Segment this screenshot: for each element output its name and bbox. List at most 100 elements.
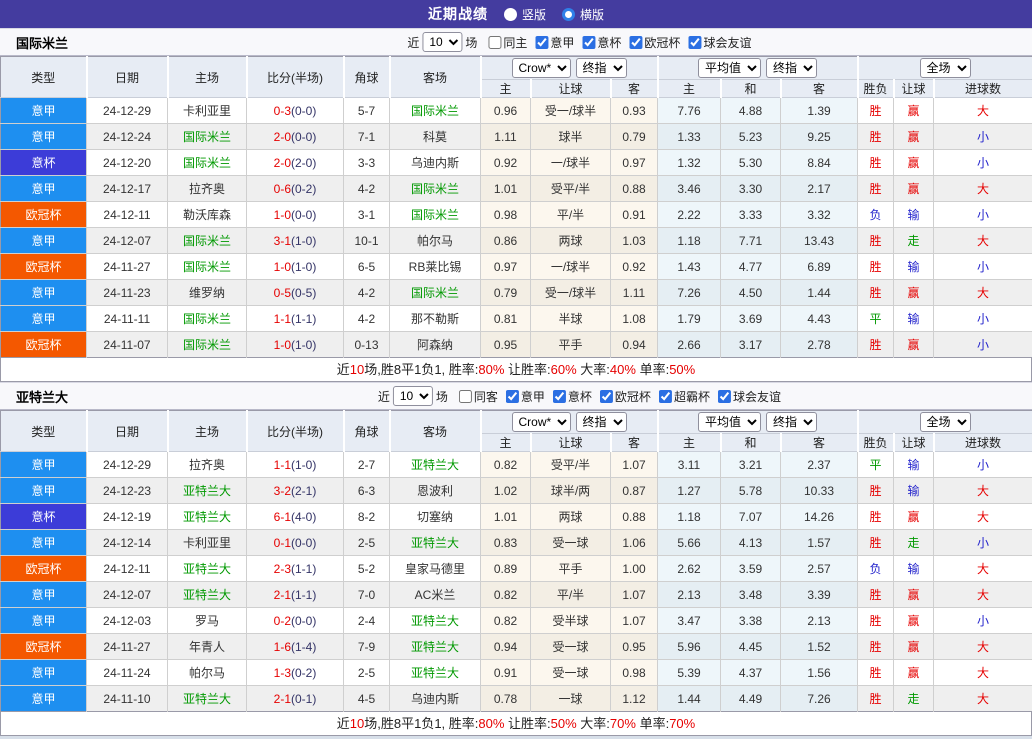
league-checkbox[interactable]: [659, 390, 672, 403]
league-filter[interactable]: 意甲: [527, 34, 574, 51]
summary-text: 单率:: [636, 716, 669, 731]
league-filter[interactable]: 意甲: [498, 388, 545, 405]
radio-circle-icon[interactable]: [504, 8, 517, 21]
radio-circle-icon[interactable]: [562, 8, 575, 21]
odds-source-select[interactable]: Crow*: [512, 58, 571, 78]
corner-score: 3-3: [344, 150, 390, 176]
match-type-badge: 意甲: [1, 608, 87, 634]
away-team: 国际米兰: [390, 202, 481, 228]
summary-stat-value: 50%: [551, 716, 577, 731]
goals-result: 大: [934, 504, 1032, 530]
match-row: 意甲24-12-07国际米兰3-1(1-0)10-1帕尔马0.86两球1.031…: [1, 228, 1032, 254]
league-checkbox[interactable]: [535, 36, 548, 49]
avg-source-select[interactable]: 平均值: [698, 58, 761, 78]
handicap-result: 走: [894, 686, 934, 712]
view-radio-horizontal[interactable]: 横版: [562, 6, 604, 23]
match-row: 意杯24-12-19亚特兰大6-1(4-0)8-2切塞纳1.01两球0.881.…: [1, 504, 1032, 530]
match-score: 0-2(0-0): [247, 608, 344, 634]
league-checkbox[interactable]: [688, 36, 701, 49]
match-type-badge: 欧冠杯: [1, 332, 87, 358]
view-radio-vertical[interactable]: 竖版: [504, 6, 546, 23]
handicap-result: 输: [894, 556, 934, 582]
corner-score: 5-7: [344, 98, 390, 124]
home-team: 罗马: [168, 608, 247, 634]
match-score: 1-1(1-1): [247, 306, 344, 332]
crow-home-odds: 1.11: [481, 124, 531, 150]
crow-home-odds: 0.96: [481, 98, 531, 124]
avg-draw-odds: 4.13: [721, 530, 781, 556]
avg-draw-odds: 5.23: [721, 124, 781, 150]
league-checkbox[interactable]: [553, 390, 566, 403]
match-date: 24-12-03: [87, 608, 168, 634]
goals-result: 大: [934, 228, 1032, 254]
corner-score: 8-2: [344, 504, 390, 530]
match-result: 胜: [858, 332, 894, 358]
avg-home-odds: 1.32: [658, 150, 721, 176]
avg-source-select[interactable]: 平均值: [698, 412, 761, 432]
same-venue-label: 同客: [474, 388, 498, 405]
league-checkbox[interactable]: [718, 390, 731, 403]
handicap-result: 输: [894, 202, 934, 228]
goals-result: 大: [934, 176, 1032, 202]
match-row: 意甲24-11-10亚特兰大2-1(0-1)4-5乌迪内斯0.78一球1.121…: [1, 686, 1032, 712]
crow-home-odds: 0.95: [481, 332, 531, 358]
halftime-score: (1-0): [291, 458, 316, 472]
scope-select[interactable]: 全场: [920, 412, 971, 432]
match-date: 24-11-23: [87, 280, 168, 306]
handicap-result: 赢: [894, 634, 934, 660]
subcol-avg-draw: 和: [721, 80, 781, 98]
recent-count-select[interactable]: 10: [422, 32, 462, 52]
league-checkbox[interactable]: [582, 36, 595, 49]
odds-source-select[interactable]: Crow*: [512, 412, 571, 432]
league-filter[interactable]: 意杯: [545, 388, 592, 405]
avg-stage-select[interactable]: 终指: [766, 412, 817, 432]
goals-result: 大: [934, 686, 1032, 712]
same-venue-checkbox[interactable]: [488, 36, 501, 49]
match-row: 欧冠杯24-12-11亚特兰大2-3(1-1)5-2皇家马德里0.89平手1.0…: [1, 556, 1032, 582]
summary-text: 单率:: [636, 362, 669, 377]
league-filter[interactable]: 超霸杯: [651, 388, 710, 405]
halftime-score: (1-0): [291, 338, 316, 352]
avg-away-odds: 2.13: [781, 608, 858, 634]
league-checkbox[interactable]: [600, 390, 613, 403]
same-venue-filter[interactable]: 同主: [480, 34, 527, 51]
league-filter[interactable]: 球会友谊: [710, 388, 781, 405]
match-result: 胜: [858, 124, 894, 150]
match-date: 24-11-24: [87, 660, 168, 686]
avg-home-odds: 2.66: [658, 332, 721, 358]
home-team: 卡利亚里: [168, 98, 247, 124]
same-venue-filter[interactable]: 同客: [451, 388, 498, 405]
league-checkbox[interactable]: [506, 390, 519, 403]
match-date: 24-11-10: [87, 686, 168, 712]
home-team: 国际米兰: [168, 150, 247, 176]
halftime-score: (1-4): [291, 640, 316, 654]
recent-count-select[interactable]: 10: [393, 386, 433, 406]
league-filter[interactable]: 欧冠杯: [621, 34, 680, 51]
summary-text: 让胜率:: [504, 716, 550, 731]
fulltime-score: 3-1: [274, 234, 291, 248]
summary-stat-value: 10: [350, 362, 364, 377]
avg-away-odds: 1.56: [781, 660, 858, 686]
match-type-badge: 意甲: [1, 228, 87, 254]
scope-select[interactable]: 全场: [920, 58, 971, 78]
corner-score: 2-7: [344, 452, 390, 478]
league-filter[interactable]: 球会友谊: [680, 34, 751, 51]
odds-stage-select[interactable]: 终指: [576, 58, 627, 78]
avg-stage-select[interactable]: 终指: [766, 58, 817, 78]
league-filter[interactable]: 欧冠杯: [592, 388, 651, 405]
corner-score: 4-2: [344, 306, 390, 332]
fulltime-score: 3-2: [274, 484, 291, 498]
league-checkbox[interactable]: [629, 36, 642, 49]
halftime-score: (4-0): [291, 510, 316, 524]
match-result: 胜: [858, 478, 894, 504]
subcol-handicap-result: 让球: [894, 434, 934, 452]
col-header-date: 日期: [87, 57, 168, 98]
odds-stage-select[interactable]: 终指: [576, 412, 627, 432]
subcol-handicap: 让球: [531, 80, 611, 98]
avg-draw-odds: 3.38: [721, 608, 781, 634]
same-venue-checkbox[interactable]: [459, 390, 472, 403]
avg-draw-odds: 3.69: [721, 306, 781, 332]
league-filter[interactable]: 意杯: [574, 34, 621, 51]
match-row: 意甲24-11-23维罗纳0-5(0-5)4-2国际米兰0.79受一/球半1.1…: [1, 280, 1032, 306]
away-team: 皇家马德里: [390, 556, 481, 582]
